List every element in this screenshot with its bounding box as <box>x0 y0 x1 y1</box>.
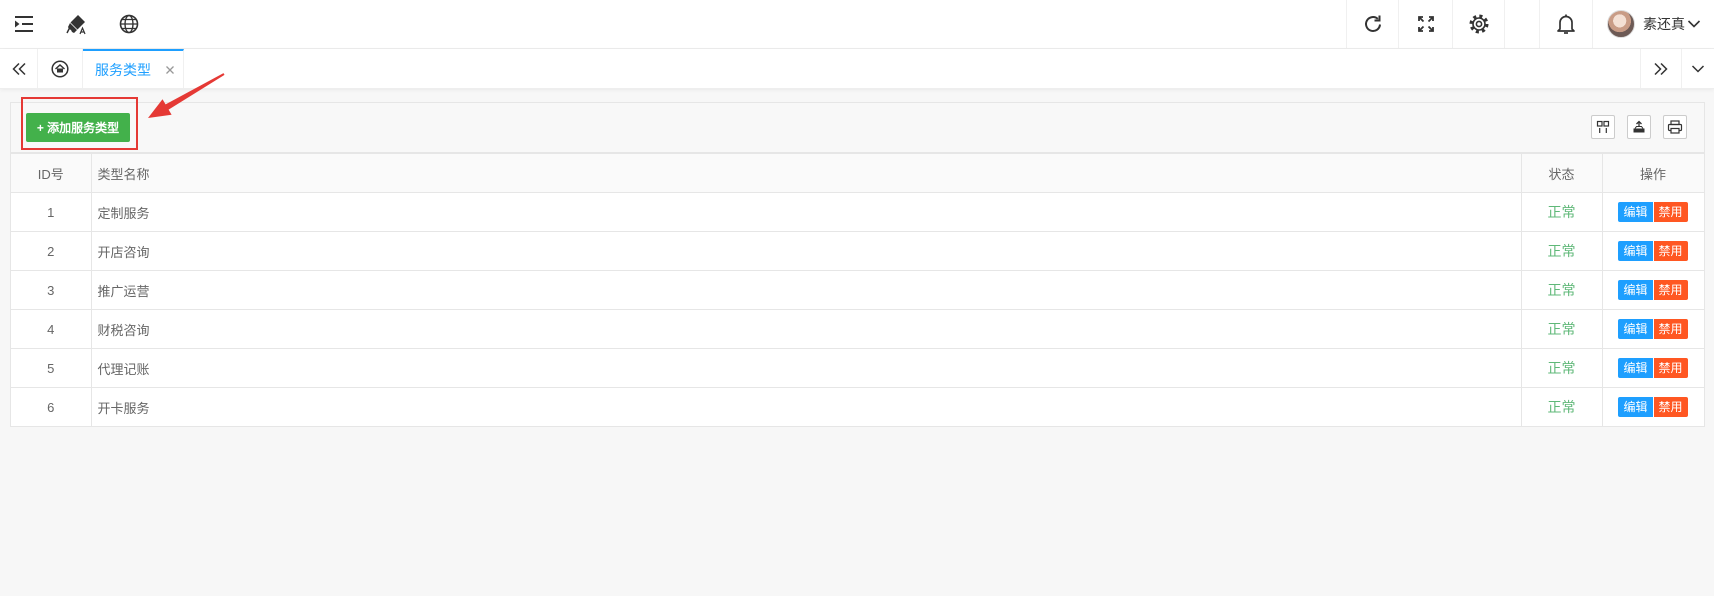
cell-type-name: 定制服务 <box>90 192 1522 232</box>
cell-status: 正常 <box>1520 231 1603 271</box>
home-icon <box>51 59 69 78</box>
notification-bell-icon <box>1557 14 1575 34</box>
edit-button[interactable]: 编辑 <box>1618 358 1653 378</box>
avatar <box>1607 10 1635 38</box>
table-row: 4 财税咨询 正常 编辑 禁用 <box>11 309 1704 349</box>
disable-button[interactable]: 禁用 <box>1653 397 1688 417</box>
refresh-button[interactable] <box>1346 0 1398 48</box>
edit-button[interactable]: 编辑 <box>1618 241 1653 261</box>
settings-gear-icon <box>1469 14 1488 34</box>
chevron-down-icon <box>1691 64 1705 73</box>
service-type-table: ID号 类型名称 状态 操作 1 定制服务 正常 编辑 禁用 2 开店咨询 正常 … <box>11 153 1704 426</box>
cell-status: 正常 <box>1520 192 1603 232</box>
table-row: 5 代理记账 正常 编辑 禁用 <box>11 348 1704 388</box>
cell-id: 5 <box>11 348 92 388</box>
double-chevron-left-icon <box>11 62 26 75</box>
double-chevron-right-icon <box>1654 62 1668 75</box>
cell-actions: 编辑 禁用 <box>1601 270 1704 310</box>
menu-fold-icon[interactable] <box>13 13 35 35</box>
disable-button[interactable]: 禁用 <box>1653 241 1688 261</box>
edit-button[interactable]: 编辑 <box>1618 319 1653 339</box>
print-icon[interactable] <box>1663 115 1687 139</box>
table-row: 3 推广运营 正常 编辑 禁用 <box>11 270 1704 310</box>
settings-button[interactable] <box>1452 0 1504 48</box>
cell-type-name: 开卡服务 <box>90 387 1522 426</box>
tab-bar: 服务类型 <box>0 49 1714 89</box>
table-row: 6 开卡服务 正常 编辑 禁用 <box>11 387 1704 426</box>
add-service-type-button[interactable]: + 添加服务类型 <box>26 113 130 142</box>
column-header-status[interactable]: 状态 <box>1520 153 1603 193</box>
fullscreen-button[interactable] <box>1398 0 1452 48</box>
table-row: 2 开店咨询 正常 编辑 禁用 <box>11 231 1704 271</box>
language-globe-icon[interactable] <box>118 13 140 35</box>
column-header-type-name[interactable]: 类型名称 <box>90 153 1522 193</box>
columns-filter-icon[interactable] <box>1591 115 1615 139</box>
cell-actions: 编辑 禁用 <box>1601 348 1704 388</box>
cell-type-name: 财税咨询 <box>90 309 1522 349</box>
cell-type-name: 开店咨询 <box>90 231 1522 271</box>
cell-status: 正常 <box>1520 270 1603 310</box>
header-spacer <box>1504 0 1539 48</box>
cell-actions: 编辑 禁用 <box>1601 192 1704 232</box>
disable-button[interactable]: 禁用 <box>1653 202 1688 222</box>
top-header: 素还真 <box>0 0 1714 49</box>
cell-status: 正常 <box>1520 309 1603 349</box>
disable-button[interactable]: 禁用 <box>1653 319 1688 339</box>
cell-id: 4 <box>11 309 92 349</box>
cell-id: 2 <box>11 231 92 271</box>
cell-id: 6 <box>11 387 92 426</box>
cell-id: 3 <box>11 270 92 310</box>
edit-button[interactable]: 编辑 <box>1618 202 1653 222</box>
edit-button[interactable]: 编辑 <box>1618 280 1653 300</box>
cell-status: 正常 <box>1520 387 1603 426</box>
table-row: 1 定制服务 正常 编辑 禁用 <box>11 192 1704 232</box>
close-icon[interactable] <box>165 65 175 75</box>
service-type-panel: + 添加服务类型 ID号 类型名称 状态 操作 1 定制服务 正常 编辑 禁用 … <box>10 102 1705 427</box>
tab-label: 服务类型 <box>95 61 151 78</box>
tab-home[interactable] <box>38 49 83 88</box>
cell-actions: 编辑 禁用 <box>1601 309 1704 349</box>
user-name: 素还真 <box>1643 16 1685 32</box>
tab-scroll-right-button[interactable] <box>1640 49 1681 88</box>
theme-brush-icon[interactable] <box>65 13 87 35</box>
refresh-icon <box>1364 15 1381 33</box>
disable-button[interactable]: 禁用 <box>1653 280 1688 300</box>
cell-actions: 编辑 禁用 <box>1601 387 1704 426</box>
fullscreen-icon <box>1417 16 1434 32</box>
tab-service-type[interactable]: 服务类型 <box>83 49 184 88</box>
cell-type-name: 代理记账 <box>90 348 1522 388</box>
tab-menu-button[interactable] <box>1681 49 1714 88</box>
column-header-id[interactable]: ID号 <box>11 153 92 193</box>
export-icon[interactable] <box>1627 115 1651 139</box>
chevron-down-icon <box>1687 20 1701 28</box>
table-toolbar: + 添加服务类型 <box>11 103 1704 153</box>
cell-status: 正常 <box>1520 348 1603 388</box>
disable-button[interactable]: 禁用 <box>1653 358 1688 378</box>
table-header-row: ID号 类型名称 状态 操作 <box>11 153 1704 193</box>
notification-button[interactable] <box>1539 0 1592 48</box>
cell-type-name: 推广运营 <box>90 270 1522 310</box>
cell-id: 1 <box>11 192 92 232</box>
column-header-actions: 操作 <box>1601 153 1704 193</box>
edit-button[interactable]: 编辑 <box>1618 397 1653 417</box>
cell-actions: 编辑 禁用 <box>1601 231 1704 271</box>
tab-scroll-left-button[interactable] <box>0 49 38 88</box>
user-menu[interactable]: 素还真 <box>1592 0 1714 48</box>
